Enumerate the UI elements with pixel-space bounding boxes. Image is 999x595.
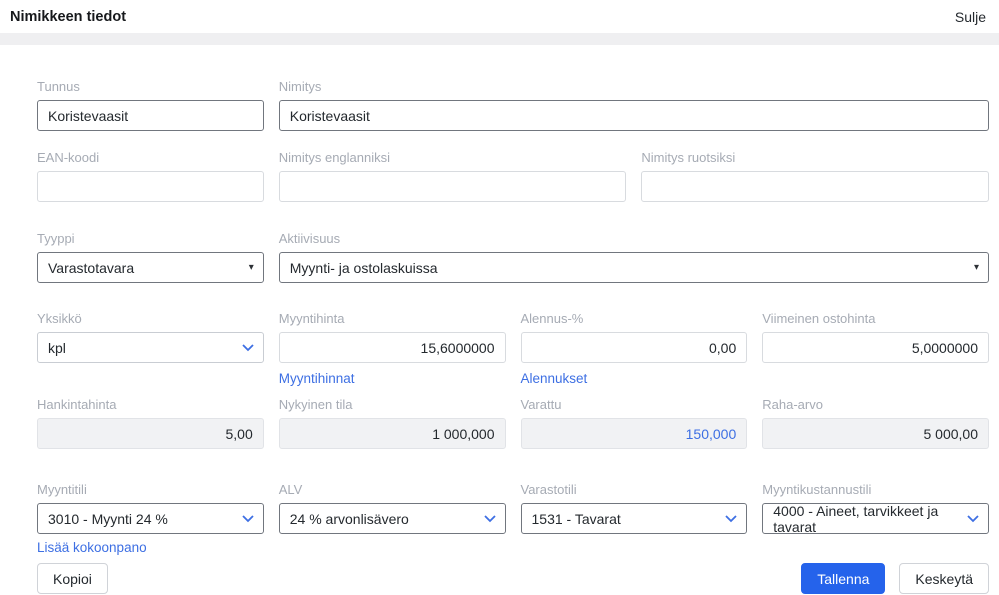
myyntitili-label: Myyntitili xyxy=(37,482,87,497)
item-details-form: Tunnus Nimitys EAN-koodi Nimitys englann… xyxy=(0,45,999,594)
field-nimitys-englanniksi: Nimitys englanniksi xyxy=(278,150,627,202)
actions-bar: Kopioi Tallenna Keskeytä xyxy=(37,563,989,594)
field-varastotili: Varastotili 1531 - Tavarat xyxy=(520,482,748,534)
field-nimitys: Nimitys xyxy=(278,79,989,131)
field-nimitys-ruotsiksi: Nimitys ruotsiksi xyxy=(641,150,989,202)
field-yksikko: Yksikkö kpl xyxy=(37,311,264,363)
aktiivisuus-select[interactable]: Myynti- ja ostolaskuissa ▾ xyxy=(278,252,989,283)
chevron-down-icon: ▾ xyxy=(248,261,254,273)
dialog-header: Nimikkeen tiedot Sulje xyxy=(0,0,999,33)
field-myyntitili: Myyntitili 3010 - Myynti 24 % xyxy=(37,482,264,534)
varastotili-label: Varastotili xyxy=(520,482,577,497)
alv-label: ALV xyxy=(278,482,303,497)
hankintahinta-readonly xyxy=(37,418,264,449)
field-raha-arvo: Raha-arvo xyxy=(762,397,989,449)
save-button[interactable]: Tallenna xyxy=(801,563,886,594)
field-tunnus: Tunnus xyxy=(37,79,264,131)
field-alennus: Alennus-% Alennukset xyxy=(520,311,748,388)
varastotili-value: 1531 - Tavarat xyxy=(531,510,621,527)
chevron-down-icon xyxy=(483,514,496,522)
viimeinen-ostohinta-input[interactable] xyxy=(762,332,989,363)
myyntitili-select[interactable]: 3010 - Myynti 24 % xyxy=(37,503,264,534)
field-viimeinen-ostohinta: Viimeinen ostohinta xyxy=(762,311,989,363)
nykyinen-tila-readonly xyxy=(278,418,506,449)
nimitys-englanniksi-input[interactable] xyxy=(278,171,627,202)
field-aktiivisuus: Aktiivisuus Myynti- ja ostolaskuissa ▾ xyxy=(278,231,989,283)
alv-value: 24 % arvonlisävero xyxy=(289,510,409,527)
tunnus-label: Tunnus xyxy=(37,79,80,94)
close-button[interactable]: Sulje xyxy=(955,9,986,25)
nimitys-ruotsiksi-label: Nimitys ruotsiksi xyxy=(641,150,736,165)
lisaa-kokoonpano-link[interactable]: Lisää kokoonpano xyxy=(37,540,147,555)
copy-button[interactable]: Kopioi xyxy=(37,563,108,594)
ean-koodi-input[interactable] xyxy=(37,171,264,202)
tyyppi-label: Tyyppi xyxy=(37,231,75,246)
alv-select[interactable]: 24 % arvonlisävero xyxy=(278,503,506,534)
page-title: Nimikkeen tiedot xyxy=(10,8,127,25)
field-myyntihinta: Myyntihinta Myyntihinnat xyxy=(278,311,506,388)
raha-arvo-readonly xyxy=(762,418,989,449)
header-divider-band xyxy=(0,33,999,45)
myyntikustannustili-value: 4000 - Aineet, tarvikkeet ja tavarat xyxy=(773,502,939,535)
field-ean-koodi: EAN-koodi xyxy=(37,150,264,202)
cancel-button[interactable]: Keskeytä xyxy=(899,563,989,594)
varattu-readonly[interactable] xyxy=(520,418,748,449)
nimitys-englanniksi-label: Nimitys englanniksi xyxy=(278,150,391,165)
tyyppi-value: Varastotavara xyxy=(48,259,135,276)
field-varattu: Varattu xyxy=(520,397,748,449)
alennus-label: Alennus-% xyxy=(520,311,584,326)
field-alv: ALV 24 % arvonlisävero xyxy=(278,482,506,534)
myyntihinnat-link[interactable]: Myyntihinnat xyxy=(279,371,355,386)
field-myyntikustannustili: Myyntikustannustili 4000 - Aineet, tarvi… xyxy=(762,482,989,535)
myyntikustannustili-label: Myyntikustannustili xyxy=(762,482,872,497)
varattu-label: Varattu xyxy=(520,397,562,412)
varastotili-select[interactable]: 1531 - Tavarat xyxy=(520,503,748,534)
nimitys-input[interactable] xyxy=(278,100,989,131)
myyntikustannustili-select[interactable]: 4000 - Aineet, tarvikkeet ja tavarat xyxy=(762,502,989,535)
myyntihinta-label: Myyntihinta xyxy=(278,311,345,326)
yksikko-value: kpl xyxy=(48,339,66,356)
field-hankintahinta: Hankintahinta xyxy=(37,397,264,449)
tunnus-input[interactable] xyxy=(37,100,264,131)
ean-koodi-label: EAN-koodi xyxy=(37,150,100,165)
myyntihinta-input[interactable] xyxy=(278,332,506,363)
nimitys-label: Nimitys xyxy=(278,79,322,94)
nimitys-ruotsiksi-input[interactable] xyxy=(641,171,989,202)
aktiivisuus-label: Aktiivisuus xyxy=(278,231,341,246)
field-tyyppi: Tyyppi Varastotavara ▾ xyxy=(37,231,264,283)
raha-arvo-label: Raha-arvo xyxy=(762,397,823,412)
chevron-down-icon xyxy=(242,514,254,522)
tyyppi-select[interactable]: Varastotavara ▾ xyxy=(37,252,264,283)
alennus-input[interactable] xyxy=(520,332,748,363)
chevron-down-icon xyxy=(725,514,737,522)
yksikko-select[interactable]: kpl xyxy=(37,332,264,363)
yksikko-label: Yksikkö xyxy=(37,311,82,326)
nykyinen-tila-label: Nykyinen tila xyxy=(278,397,353,412)
chevron-down-icon xyxy=(967,514,979,522)
chevron-down-icon xyxy=(242,343,254,351)
hankintahinta-label: Hankintahinta xyxy=(37,397,117,412)
aktiivisuus-value: Myynti- ja ostolaskuissa xyxy=(289,259,438,276)
field-nykyinen-tila: Nykyinen tila xyxy=(278,397,506,449)
alennukset-link[interactable]: Alennukset xyxy=(521,371,588,386)
myyntitili-value: 3010 - Myynti 24 % xyxy=(48,510,168,527)
chevron-down-icon: ▾ xyxy=(973,261,979,273)
viimeinen-ostohinta-label: Viimeinen ostohinta xyxy=(762,311,876,326)
